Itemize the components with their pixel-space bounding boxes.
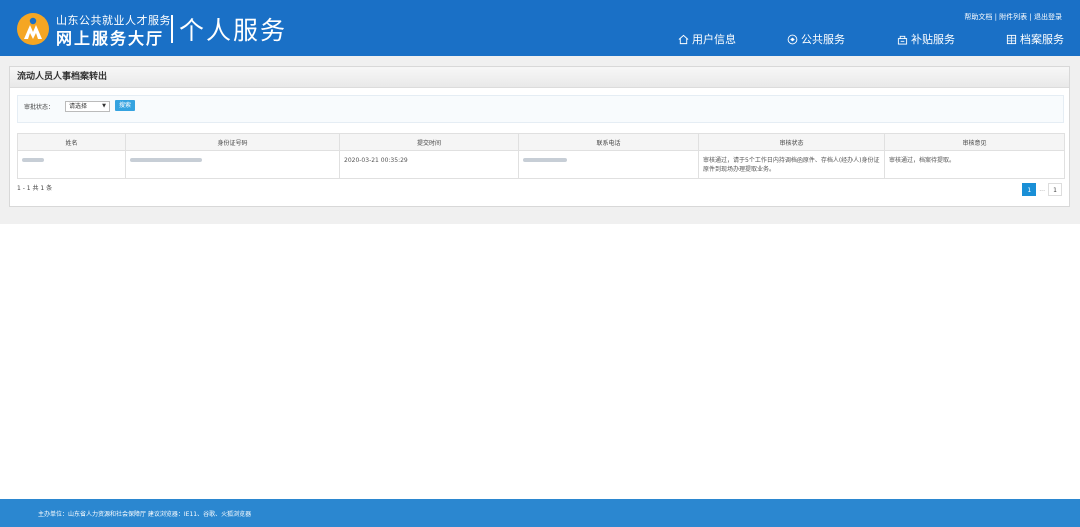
status-filter-label: 审批状态： xyxy=(24,104,55,111)
cell-review-status: 审核通过，请于5个工作日内持调档函原件、存档人(经办人)身份证原件到现场办理提取… xyxy=(698,150,885,179)
column-header-phone: 联系电话 xyxy=(518,133,699,151)
logo-icon xyxy=(17,13,49,45)
panel-title: 流动人员人事档案转出 xyxy=(10,67,1069,88)
top-links: 帮助文档 | 附件列表 | 退出登录 xyxy=(964,12,1062,22)
redacted-phone xyxy=(523,158,567,162)
cell-name xyxy=(17,150,126,179)
record-count: 1 - 1 共 1 条 xyxy=(17,185,53,192)
page-title: 个人服务 xyxy=(179,16,288,45)
redacted-id-number xyxy=(130,158,202,162)
status-select-value: 请选择 xyxy=(69,103,88,110)
cell-submit-time: 2020-03-21 00:35:29 xyxy=(339,150,519,179)
nav-user-info[interactable]: 用户信息 xyxy=(678,31,736,47)
table-header-row: 姓名 身份证号码 提交时间 联系电话 审核状态 审核意见 xyxy=(17,133,1065,151)
attachment-list-link[interactable]: 附件列表 xyxy=(999,13,1027,21)
footer-text: 主办单位：山东省人力资源和社会保障厅 建议浏览器：IE11、谷歌、火狐浏览器 xyxy=(38,511,252,518)
archive-table: 姓名 身份证号码 提交时间 联系电话 审核状态 审核意见 2020-03-21 … xyxy=(17,133,1065,179)
archive-icon xyxy=(1006,34,1017,44)
column-header-review-status: 审核状态 xyxy=(698,133,885,151)
dropdown-arrow-icon: ▼ xyxy=(102,103,106,109)
nav-label: 档案服务 xyxy=(1020,33,1064,46)
footer: 主办单位：山东省人力资源和社会保障厅 建议浏览器：IE11、谷歌、火狐浏览器 xyxy=(0,499,1080,527)
page-current-button[interactable]: 1 xyxy=(1022,183,1037,196)
column-header-submit-time: 提交时间 xyxy=(339,133,519,151)
column-header-id-number: 身份证号码 xyxy=(125,133,340,151)
cell-phone xyxy=(518,150,699,179)
logo-title: 网上服务大厅 xyxy=(56,29,165,48)
filter-bar: 审批状态： 请选择 ▼ 搜索 xyxy=(17,95,1064,123)
nav-label: 公共服务 xyxy=(801,33,845,46)
page-ellipsis: ... xyxy=(1039,186,1045,193)
pagination: 1 ... 1 xyxy=(1022,183,1062,196)
help-docs-link[interactable]: 帮助文档 xyxy=(964,13,992,21)
cell-review-opinion: 审核通过，档案待提取。 xyxy=(884,150,1065,179)
nav-label: 补贴服务 xyxy=(911,33,955,46)
column-header-name: 姓名 xyxy=(17,133,126,151)
archive-transfer-panel: 流动人员人事档案转出 审批状态： 请选择 ▼ 搜索 姓名 身份证号码 提交时间 … xyxy=(9,66,1070,207)
public-service-icon xyxy=(787,34,798,44)
home-icon xyxy=(678,34,689,44)
nav-archive-service[interactable]: 档案服务 xyxy=(1006,31,1064,47)
page-last-button[interactable]: 1 xyxy=(1048,183,1062,196)
nav-label: 用户信息 xyxy=(692,33,736,46)
cell-id-number xyxy=(125,150,340,179)
redacted-name xyxy=(22,158,44,162)
nav-subsidy-service[interactable]: 补贴服务 xyxy=(897,31,955,47)
subsidy-icon xyxy=(897,35,908,45)
header: 山东公共就业人才服务 网上服务大厅 个人服务 帮助文档 | 附件列表 | 退出登… xyxy=(0,0,1080,56)
column-header-review-opinion: 审核意见 xyxy=(884,133,1065,151)
logout-link[interactable]: 退出登录 xyxy=(1034,13,1062,21)
logo-divider xyxy=(171,15,173,43)
table-row[interactable]: 2020-03-21 00:35:29 审核通过，请于5个工作日内持调档函原件、… xyxy=(17,150,1065,179)
nav-public-service[interactable]: 公共服务 xyxy=(787,31,845,47)
status-select[interactable]: 请选择 ▼ xyxy=(65,101,110,112)
search-button[interactable]: 搜索 xyxy=(115,100,135,111)
